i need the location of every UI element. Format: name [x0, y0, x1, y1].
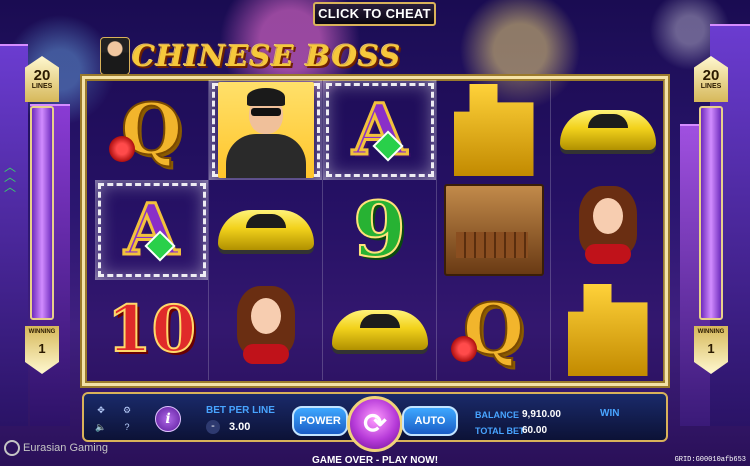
side-arrows-icon: ︿ ︿ ︿ — [4, 160, 17, 194]
reel-cell — [437, 80, 551, 180]
control-icons: ✥ ⚙ 🔈 ? — [92, 405, 136, 433]
boss-avatar-icon — [100, 37, 130, 75]
reels-grid: Q A A 9 10 Q — [95, 80, 665, 380]
rose-icon — [109, 136, 135, 162]
lines-badge: 20 LINES — [694, 56, 728, 102]
power-button[interactable]: POWER — [292, 406, 348, 436]
reel-cell: Q — [437, 280, 551, 380]
bet-per-line-value: 3.00 — [229, 421, 251, 433]
reel-cell — [209, 280, 323, 380]
symbol-boss — [217, 82, 314, 178]
left-lines-column: 20 LINES WINNING 1 — [25, 56, 59, 386]
lines-value: 20 — [702, 67, 720, 84]
reel-cell — [551, 180, 665, 280]
reel-cell — [209, 180, 323, 280]
logo-text: CHINESE BOSS — [132, 39, 402, 73]
winning-badge: WINNING 1 — [694, 326, 728, 374]
info-button[interactable]: i — [155, 406, 181, 432]
symbol-buildings — [453, 84, 534, 176]
reel-cell-winning: A — [95, 180, 209, 280]
reel-cell: Q — [95, 80, 209, 180]
symbol-lady — [563, 182, 653, 278]
win-label: WIN — [600, 408, 620, 419]
winning-value: 1 — [38, 341, 46, 356]
reel-cell: 9 — [323, 180, 437, 280]
total-bet-value: 60.00 — [522, 425, 548, 436]
reel-cell — [551, 280, 665, 380]
balance-label: BALANCE — [475, 410, 519, 420]
reel-cell — [437, 180, 551, 280]
bet-per-line-label: BET PER LINE — [206, 405, 275, 416]
lines-bar — [699, 106, 723, 320]
winning-label: WINNING — [28, 329, 56, 335]
symbol-lady — [221, 282, 311, 378]
lines-bar — [30, 106, 54, 320]
spin-button[interactable]: ⟳ — [347, 396, 403, 452]
help-icon[interactable]: ? — [118, 422, 136, 433]
grid-id: GRID:G00010afb653 — [674, 456, 746, 464]
reel-cell — [551, 80, 665, 180]
background-building — [0, 44, 28, 426]
bet-decrease-button[interactable]: - — [206, 420, 220, 434]
lines-value: 20 — [33, 67, 51, 84]
symbol-10: 10 — [106, 292, 197, 367]
spin-arrows-icon: ⟳ — [363, 408, 387, 439]
click-to-cheat-button[interactable]: CLICK TO CHEAT — [313, 2, 436, 26]
reel-cell-winning — [209, 80, 323, 180]
lines-badge: 20 LINES — [25, 56, 59, 102]
lines-label: LINES — [700, 83, 722, 90]
winning-badge: WINNING 1 — [25, 326, 59, 374]
symbol-cigar-box — [443, 184, 544, 276]
reel-cell — [323, 280, 437, 380]
winning-label: WINNING — [697, 329, 725, 335]
winning-value: 1 — [707, 341, 715, 356]
lines-label: LINES — [31, 83, 53, 90]
symbol-buildings — [567, 284, 648, 376]
reel-cell: 10 — [95, 280, 209, 380]
symbol-car — [217, 210, 314, 250]
symbol-9: 9 — [352, 185, 407, 274]
speaker-icon[interactable]: 🔈 — [92, 422, 110, 433]
balance-value: 9,910.00 — [522, 409, 561, 420]
brand-icon — [4, 440, 20, 456]
symbol-car — [559, 110, 656, 150]
brand-text: Eurasian Gaming — [23, 441, 108, 454]
total-bet-label: TOTAL BET — [475, 426, 525, 436]
auto-button[interactable]: AUTO — [402, 406, 458, 436]
game-over-message[interactable]: GAME OVER - PLAY NOW! — [0, 455, 750, 466]
brand-logo: Eurasian Gaming — [4, 440, 108, 456]
rose-icon — [451, 336, 477, 362]
reel-cell-winning: A — [323, 80, 437, 180]
symbol-a: A — [123, 188, 180, 271]
right-lines-column: 20 LINES WINNING 1 — [694, 56, 728, 386]
symbol-a: A — [351, 88, 408, 171]
symbol-car — [331, 310, 428, 350]
gear-icon[interactable]: ⚙ — [118, 405, 136, 416]
fullscreen-icon[interactable]: ✥ — [92, 405, 110, 416]
game-logo: CHINESE BOSS — [100, 37, 402, 75]
